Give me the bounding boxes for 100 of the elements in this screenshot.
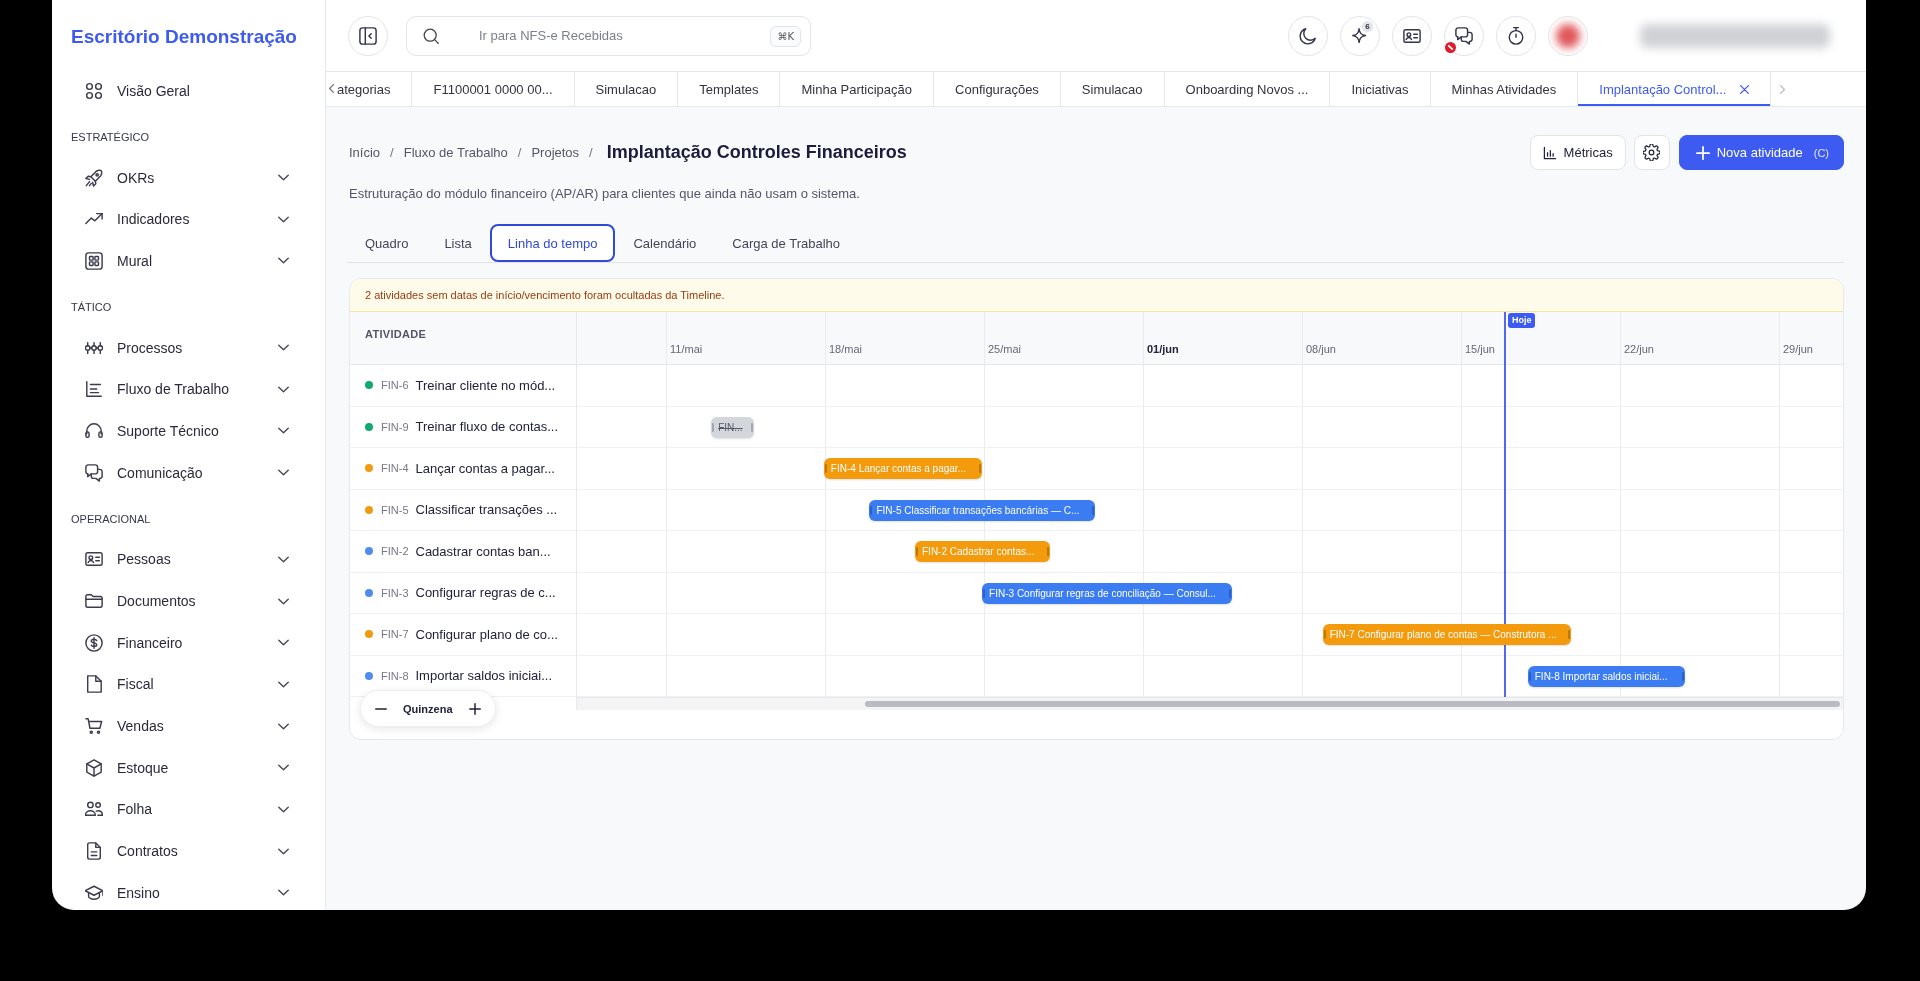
end-handle[interactable] <box>1228 588 1231 598</box>
view-tab[interactable]: Calendário <box>615 224 715 262</box>
task-title[interactable]: Configurar regras de c... <box>415 585 556 601</box>
breadcrumb-link[interactable]: Projetos <box>531 145 580 160</box>
timer-button[interactable] <box>1496 15 1536 56</box>
tab[interactable]: ategorias <box>326 72 413 106</box>
tab[interactable]: F1100001 0000 00... <box>412 72 575 106</box>
circles-grid-icon <box>85 81 103 100</box>
close-icon[interactable] <box>1740 84 1750 94</box>
date-label: 29/jun <box>1783 343 1813 355</box>
document-icon <box>85 842 103 861</box>
new-activity-button[interactable]: Nova atividade (C) <box>1678 135 1844 170</box>
date-label: 22/jun <box>1624 343 1654 355</box>
start-handle[interactable] <box>824 464 827 473</box>
end-handle[interactable] <box>1091 505 1094 515</box>
tab[interactable]: Implantação Control... <box>1578 72 1772 106</box>
sidebar-item[interactable]: Financeiro <box>52 621 325 664</box>
sidebar-item[interactable]: Ensino <box>52 872 325 910</box>
sidebar-item[interactable]: Visão Geral <box>52 70 325 112</box>
tab[interactable]: Minhas Atividades <box>1430 72 1579 106</box>
settings-button[interactable] <box>1633 135 1670 170</box>
date-label: 11/mai <box>670 343 703 355</box>
breadcrumb-link[interactable]: Fluxo de Trabalho <box>403 145 508 160</box>
tab[interactable]: Templates <box>678 72 781 106</box>
folder-icon <box>85 592 103 611</box>
end-handle[interactable] <box>979 464 982 473</box>
sidebar-item[interactable]: Indicadores <box>52 198 325 241</box>
sidebar-item[interactable]: Fluxo de Trabalho <box>52 368 325 411</box>
chevron-left-icon[interactable] <box>329 84 334 93</box>
task-bar[interactable]: FIN-5 Classificar transações bancárias — C... <box>869 499 1095 521</box>
sidebar-item[interactable]: Comunicação <box>52 451 325 494</box>
view-tab[interactable]: Carga de Trabalho <box>714 224 859 262</box>
metrics-button[interactable]: Métricas <box>1529 135 1626 170</box>
tab[interactable]: Onboarding Novos ... <box>1164 72 1331 106</box>
bar-chart-icon <box>1542 145 1557 160</box>
task-title[interactable]: Treinar cliente no mód... <box>415 377 556 393</box>
tab[interactable]: Simulacao <box>574 72 679 106</box>
start-handle[interactable] <box>983 588 986 598</box>
id-card-icon <box>1403 26 1421 45</box>
end-handle[interactable] <box>751 422 754 432</box>
page-title: Implantação Controles Financeiros <box>606 142 907 163</box>
breadcrumb-link[interactable]: Início <box>349 145 381 160</box>
headset-icon <box>85 421 103 440</box>
task-bar[interactable]: FIN... <box>711 416 755 438</box>
tab[interactable]: Configurações <box>934 72 1061 106</box>
sidebar-item[interactable]: Contratos <box>52 830 325 872</box>
scrollbar-thumb[interactable] <box>865 701 1840 707</box>
task-bar[interactable]: FIN-8 Importar saldos iniciai... <box>1527 665 1685 687</box>
search-icon <box>423 27 439 44</box>
view-tab[interactable]: Quadro <box>347 224 427 262</box>
task-title[interactable]: Treinar fluxo de contas... <box>415 419 559 435</box>
moon-icon <box>1299 26 1317 45</box>
sidebar-item[interactable]: Estoque <box>52 746 325 789</box>
chevron-right-icon[interactable] <box>1780 84 1786 94</box>
id-card-icon <box>85 550 103 569</box>
sidebar-item[interactable]: Processos <box>52 326 325 369</box>
end-handle[interactable] <box>1681 671 1684 681</box>
start-handle[interactable] <box>870 505 873 515</box>
list-icon <box>85 380 103 399</box>
view-tab[interactable]: Linha do tempo <box>489 224 616 262</box>
start-handle[interactable] <box>1323 630 1326 639</box>
graduation-cap-icon <box>85 883 103 902</box>
task-title[interactable]: Lançar contas a pagar... <box>415 460 555 476</box>
contact-card-button[interactable] <box>1392 15 1432 56</box>
view-tab[interactable]: Lista <box>426 224 490 262</box>
sidebar-item[interactable]: Vendas <box>52 705 325 747</box>
start-handle[interactable] <box>712 422 715 432</box>
task-bar[interactable]: FIN-3 Configurar regras de conciliação — Consul... <box>982 582 1232 604</box>
task-title[interactable]: Configurar plano de co... <box>415 626 558 642</box>
date-label: 08/jun <box>1306 343 1336 355</box>
cart-icon <box>85 717 103 736</box>
end-handle[interactable] <box>1567 630 1570 639</box>
task-id: FIN-3 <box>381 586 409 599</box>
task-title[interactable]: Cadastrar contas ban... <box>415 543 551 559</box>
page-description: Estruturação do módulo financeiro (AP/AR) para clientes que ainda não usam o sistema. <box>349 186 860 201</box>
sidebar-item[interactable]: Folha <box>52 788 325 831</box>
end-handle[interactable] <box>1047 547 1050 556</box>
settings-icon <box>1643 144 1661 161</box>
chat-icon <box>85 463 103 482</box>
sidebar-item[interactable]: OKRs <box>52 156 325 199</box>
tab[interactable]: Simulacao <box>1060 72 1165 106</box>
sidebar-item[interactable]: Documentos <box>52 580 325 622</box>
sidebar-toggle-icon <box>359 26 377 45</box>
breadcrumb-separator: / <box>589 145 593 160</box>
sidebar-toggle-button[interactable] <box>348 15 388 56</box>
app-title: Escritório Demonstração <box>71 26 297 47</box>
sidebar-item[interactable]: Fiscal <box>52 663 325 706</box>
sidebar-item[interactable]: Suporte Técnico <box>52 410 325 452</box>
sparkle-button[interactable]: 6 <box>1340 15 1380 56</box>
tab[interactable]: Iniciativas <box>1330 72 1431 106</box>
task-title[interactable]: Classificar transações ... <box>415 502 558 518</box>
sidebar-item[interactable]: Mural <box>52 240 325 282</box>
task-title[interactable]: Importar saldos iniciai... <box>415 668 553 684</box>
tab[interactable]: Minha Participação <box>780 72 935 106</box>
theme-button[interactable] <box>1288 15 1328 56</box>
sidebar-item[interactable]: Pessoas <box>52 538 325 581</box>
rocket-icon <box>85 168 103 187</box>
chat-button[interactable] <box>1444 15 1484 56</box>
start-handle[interactable] <box>1528 671 1531 681</box>
start-handle[interactable] <box>916 547 918 556</box>
